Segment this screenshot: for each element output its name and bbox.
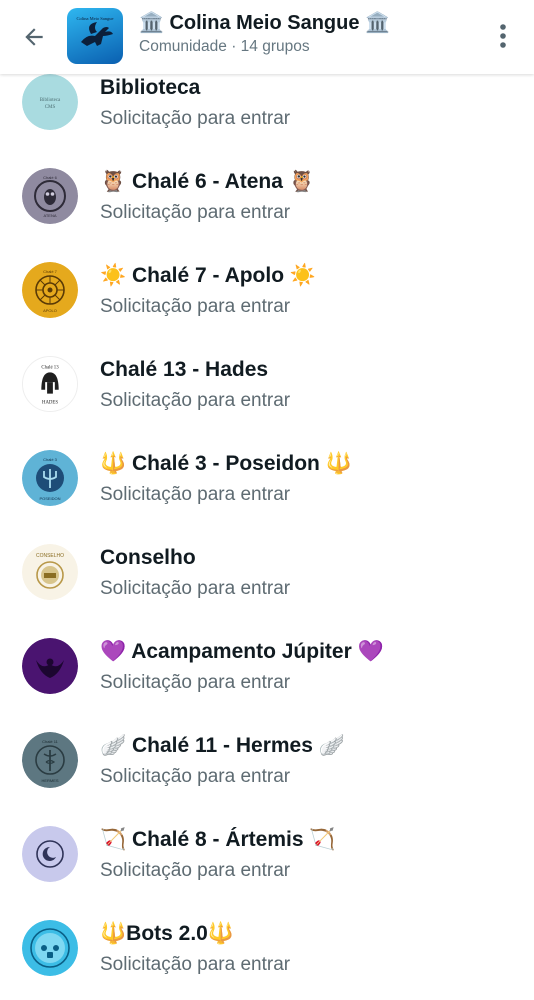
group-avatar: Chalé 6 ATENA bbox=[22, 168, 78, 224]
group-item-chale-6-atena[interactable]: Chalé 6 ATENA 🦉 Chalé 6 - Atena 🦉 Solici… bbox=[0, 150, 534, 244]
svg-text:HERMES: HERMES bbox=[41, 778, 58, 783]
group-status: Solicitação para entrar bbox=[100, 766, 291, 787]
pegasus-icon: Colina Meio Sangue bbox=[77, 16, 114, 46]
group-item-acampamento-jupiter[interactable]: 💜 Acampamento Júpiter 💜 Solicitação para… bbox=[0, 620, 534, 714]
group-name: Biblioteca bbox=[100, 76, 201, 99]
group-avatar: CONSELHO bbox=[22, 544, 78, 600]
group-item-chale-7-apolo[interactable]: Chalé 7 APOLO ☀️ Chalé 7 - Apolo ☀️ Soli… bbox=[0, 244, 534, 338]
group-name: 🏹 Chalé 8 - Ártemis 🏹 bbox=[100, 828, 336, 851]
svg-text:APOLO: APOLO bbox=[43, 308, 57, 313]
group-avatar: Chalé 13 HADES bbox=[22, 356, 78, 412]
svg-text:Chalé 13: Chalé 13 bbox=[41, 366, 59, 371]
more-options-button[interactable] bbox=[488, 20, 518, 52]
group-avatar: Chalé 11 HERMES bbox=[22, 732, 78, 788]
group-name: 🦉 Chalé 6 - Atena 🦉 bbox=[100, 170, 315, 193]
group-status: Solicitação para entrar bbox=[100, 672, 291, 693]
group-avatar bbox=[22, 826, 78, 882]
group-name: Chalé 13 - Hades bbox=[100, 358, 269, 381]
svg-text:CONSELHO: CONSELHO bbox=[36, 553, 64, 559]
group-status: Solicitação para entrar bbox=[100, 202, 291, 223]
group-status: Solicitação para entrar bbox=[100, 954, 291, 975]
group-status: Solicitação para entrar bbox=[100, 578, 291, 599]
group-name: ☀️ Chalé 7 - Apolo ☀️ bbox=[100, 264, 317, 287]
group-item-conselho[interactable]: CONSELHO Conselho Solicitação para entra… bbox=[0, 526, 534, 620]
group-item-chale-13-hades[interactable]: Chalé 13 HADES Chalé 13 - Hades Solicita… bbox=[0, 338, 534, 432]
svg-text:HADES: HADES bbox=[42, 400, 58, 405]
group-status: Solicitação para entrar bbox=[100, 296, 291, 317]
group-avatar bbox=[22, 920, 78, 976]
group-avatar: Chalé 3 POSEIDON bbox=[22, 450, 78, 506]
group-item-chale-3-poseidon[interactable]: Chalé 3 POSEIDON 🔱 Chalé 3 - Poseidon 🔱 … bbox=[0, 432, 534, 526]
more-vert-icon bbox=[500, 24, 506, 48]
group-avatar bbox=[22, 638, 78, 694]
svg-text:CMS: CMS bbox=[45, 105, 56, 110]
community-avatar-text: Colina Meio Sangue bbox=[77, 16, 114, 21]
group-status: Solicitação para entrar bbox=[100, 390, 291, 411]
group-item-chale-8-artemis[interactable]: 🏹 Chalé 8 - Ártemis 🏹 Solicitação para e… bbox=[0, 808, 534, 902]
group-status: Solicitação para entrar bbox=[100, 108, 291, 129]
group-item-chale-11-hermes[interactable]: Chalé 11 HERMES 🪽 Chalé 11 - Hermes 🪽 So… bbox=[0, 714, 534, 808]
svg-text:Chalé 7: Chalé 7 bbox=[43, 269, 58, 274]
group-item-bots[interactable]: 🔱Bots 2.0🔱 Solicitação para entrar bbox=[0, 902, 534, 996]
community-title: 🏛️ Colina Meio Sangue 🏛️ bbox=[139, 12, 390, 34]
group-avatar: Chalé 7 APOLO bbox=[22, 262, 78, 318]
community-avatar[interactable]: Colina Meio Sangue bbox=[67, 8, 123, 64]
svg-text:Biblioteca: Biblioteca bbox=[40, 98, 61, 103]
svg-text:Chalé 6: Chalé 6 bbox=[43, 175, 58, 180]
group-avatar: Biblioteca CMS bbox=[22, 74, 78, 130]
community-subtitle: Comunidade · 14 grupos bbox=[139, 38, 310, 55]
group-name: 🔱 Chalé 3 - Poseidon 🔱 bbox=[100, 452, 352, 475]
svg-text:Chalé 3: Chalé 3 bbox=[43, 457, 58, 462]
svg-text:Chalé 11: Chalé 11 bbox=[42, 739, 58, 744]
group-name: 🪽 Chalé 11 - Hermes 🪽 bbox=[100, 734, 345, 757]
svg-text:POSEIDON: POSEIDON bbox=[39, 496, 60, 501]
group-name: 🔱Bots 2.0🔱 bbox=[100, 922, 234, 945]
back-button[interactable] bbox=[18, 21, 50, 53]
arrow-left-icon bbox=[25, 28, 43, 46]
svg-text:ATENA: ATENA bbox=[43, 213, 56, 218]
group-name: 💜 Acampamento Júpiter 💜 bbox=[100, 640, 384, 663]
group-status: Solicitação para entrar bbox=[100, 484, 291, 505]
group-status: Solicitação para entrar bbox=[100, 860, 291, 881]
group-name: Conselho bbox=[100, 546, 196, 569]
community-header: Colina Meio Sangue 🏛️ Colina Meio Sangue… bbox=[0, 0, 534, 74]
